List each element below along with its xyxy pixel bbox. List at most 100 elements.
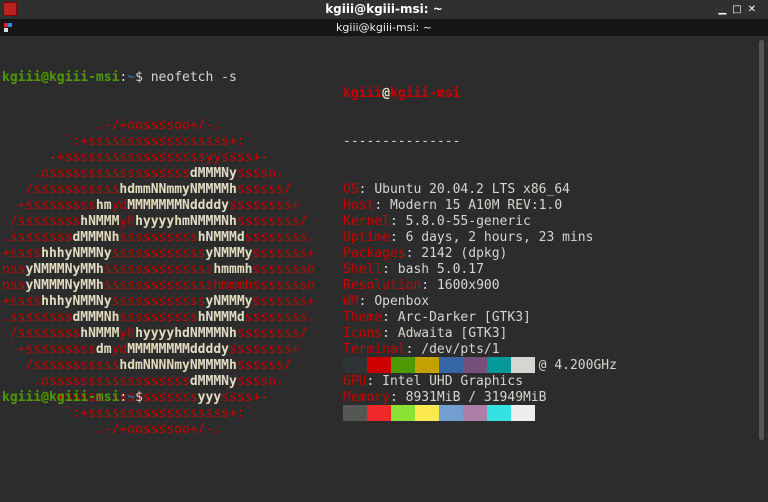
- info-value: bash 5.0.17: [397, 262, 484, 277]
- ascii-segment: hNMMM: [80, 326, 120, 341]
- palette-swatch: [367, 405, 391, 421]
- prompt-user-host: kgiii@kgiii-msi: [2, 390, 120, 405]
- prompt-line-active[interactable]: kgiii@kgiii-msi:~$: [0, 390, 151, 406]
- window-titlebar[interactable]: kgiii@kgiii-msi: ~ ▁□✕: [0, 0, 768, 19]
- info-value: 1600x900: [436, 278, 500, 293]
- minimize-icon[interactable]: ▁: [718, 4, 732, 15]
- tab-title: kgiii@kgiii-msi: ~: [336, 21, 432, 34]
- ascii-segment: ssssssssss: [119, 310, 198, 325]
- ascii-segment: hNMMMd: [197, 310, 245, 325]
- info-field-host: Host: Modern 15 A10M REV:1.0: [343, 198, 563, 213]
- ascii-segment: sssso.: [236, 166, 284, 181]
- window-title: kgiii@kgiii-msi: ~: [325, 2, 443, 16]
- ascii-segment: MMMMMMMMddddy: [127, 342, 229, 357]
- info-label: Host: [343, 198, 375, 213]
- ascii-segment: /sssssssssss: [2, 358, 120, 373]
- ascii-segment: sssssss+: [252, 294, 316, 309]
- palette-swatch: [439, 357, 463, 373]
- info-field-uptime: Uptime: 6 days, 2 hours, 23 mins: [343, 230, 594, 245]
- info-field-os: OS: Ubuntu 20.04.2 LTS x86_64: [343, 182, 570, 197]
- tab-bar[interactable]: kgiii@kgiii-msi: ~: [0, 19, 768, 36]
- terminal-app-icon[interactable]: [3, 2, 17, 16]
- terminal-output[interactable]: kgiii@kgiii-msi:~$ neofetch -s .-/+oosss…: [0, 38, 756, 444]
- info-separator: ---------------: [343, 134, 461, 149]
- ascii-segment: yNMMMNyMMh: [25, 278, 104, 293]
- info-label: Uptime: [343, 230, 390, 245]
- scrollbar[interactable]: [759, 40, 764, 440]
- ascii-segment: ssssssss/: [236, 326, 308, 341]
- ascii-segment: .-/+oossssoo+/-.: [2, 118, 222, 133]
- ascii-segment: ssss+-: [221, 390, 269, 405]
- info-value: Openbox: [374, 294, 430, 309]
- ascii-segment: .ossssssssssssssssss: [2, 374, 190, 389]
- palette-swatch: [511, 357, 535, 373]
- ascii-segment: ssssssssssss: [111, 246, 206, 261]
- ascii-segment: yh: [119, 214, 136, 229]
- ascii-segment: +sssssssss: [2, 198, 96, 213]
- palette-swatch: [439, 405, 463, 421]
- ascii-segment: ssssssss+: [228, 198, 300, 213]
- prompt-path: ~: [127, 70, 136, 85]
- prompt-user-host: kgiii@kgiii-msi: [2, 70, 120, 85]
- ascii-segment: hhhyNMMNy: [41, 294, 112, 309]
- info-label: Theme: [343, 310, 383, 325]
- info-label: Packages: [343, 246, 406, 261]
- ascii-segment: ssssss/: [236, 182, 292, 197]
- ascii-segment: sssso.: [236, 374, 284, 389]
- ascii-segment: .ossssssssssssssssss: [2, 166, 190, 181]
- ascii-segment: ssssssss/: [236, 214, 308, 229]
- close-icon[interactable]: ✕: [748, 4, 762, 15]
- maximize-icon[interactable]: □: [732, 4, 747, 15]
- ascii-segment: yd: [111, 342, 128, 357]
- ascii-segment: hNMMMd: [197, 230, 245, 245]
- info-field-resolution: Resolution: 1600x900: [343, 278, 500, 293]
- ascii-segment: yNMMMy: [205, 294, 253, 309]
- ascii-segment: +ssss: [2, 246, 42, 261]
- palette-swatch: [367, 357, 391, 373]
- palette-bright-row: [343, 405, 535, 421]
- palette-swatch: [415, 405, 439, 421]
- ascii-segment: ssssssssssssss: [103, 262, 214, 277]
- palette-swatch: [343, 405, 367, 421]
- info-field-kernel: Kernel: 5.8.0-55-generic: [343, 214, 531, 229]
- ascii-segment: `:+ssssssssssssssssss+:`: [2, 406, 253, 421]
- ascii-segment: hyyyyhmNMMMNh: [135, 214, 237, 229]
- info-value: 2142 (dpkg): [421, 246, 508, 261]
- ascii-segment: ssssssso: [252, 262, 316, 277]
- info-value: 5.8.0-55-generic: [405, 214, 531, 229]
- info-label: OS: [343, 182, 359, 197]
- info-field-packages: Packages: 2142 (dpkg): [343, 246, 508, 261]
- ascii-segment: -+ssssssssssssssssssyyssss+-: [2, 150, 269, 165]
- info-value: Arc-Darker [GTK3]: [397, 310, 531, 325]
- info-user: kgiii: [343, 86, 383, 101]
- ascii-segment: yh: [119, 326, 136, 341]
- info-field-theme: Theme: Arc-Darker [GTK3]: [343, 310, 531, 325]
- ascii-segment: `:+ssssssssssssssssss+:`: [2, 134, 253, 149]
- ascii-segment: dm: [95, 342, 112, 357]
- ascii-segment: hmmmh: [213, 262, 253, 277]
- palette-swatch: [463, 357, 487, 373]
- ascii-segment: dMMMNy: [189, 374, 237, 389]
- command-text: neofetch -s: [150, 70, 237, 85]
- ascii-segment: yNMMMNyMMh: [25, 262, 104, 277]
- info-label: Resolution: [343, 278, 422, 293]
- terminal-tab-icon: [4, 23, 12, 32]
- ascii-segment: hNMMM: [80, 214, 120, 229]
- info-label: WM: [343, 294, 359, 309]
- ascii-segment: hdmmNNmmyNMMMMh: [119, 182, 237, 197]
- ascii-segment: ssssssss.: [244, 310, 316, 325]
- ascii-segment: dMMMNh: [72, 310, 120, 325]
- ascii-segment: .ssssssss: [2, 230, 73, 245]
- ascii-segment: .ssssssss: [2, 310, 73, 325]
- prompt-symbol: $: [135, 70, 151, 85]
- ascii-segment: hhhyNMMNy: [41, 246, 112, 261]
- ascii-segment: oss: [2, 278, 26, 293]
- info-value: 6 days, 2 hours, 23 mins: [405, 230, 594, 245]
- ascii-segment: +sssssssss: [2, 342, 96, 357]
- ascii-segment: /ssssssss: [2, 326, 81, 341]
- info-host: kgiii-msi: [389, 86, 461, 101]
- ascii-segment: +ssss: [2, 294, 42, 309]
- color-palette: [343, 325, 535, 453]
- ascii-segment: sssssss+: [252, 246, 316, 261]
- palette-swatch: [415, 357, 439, 373]
